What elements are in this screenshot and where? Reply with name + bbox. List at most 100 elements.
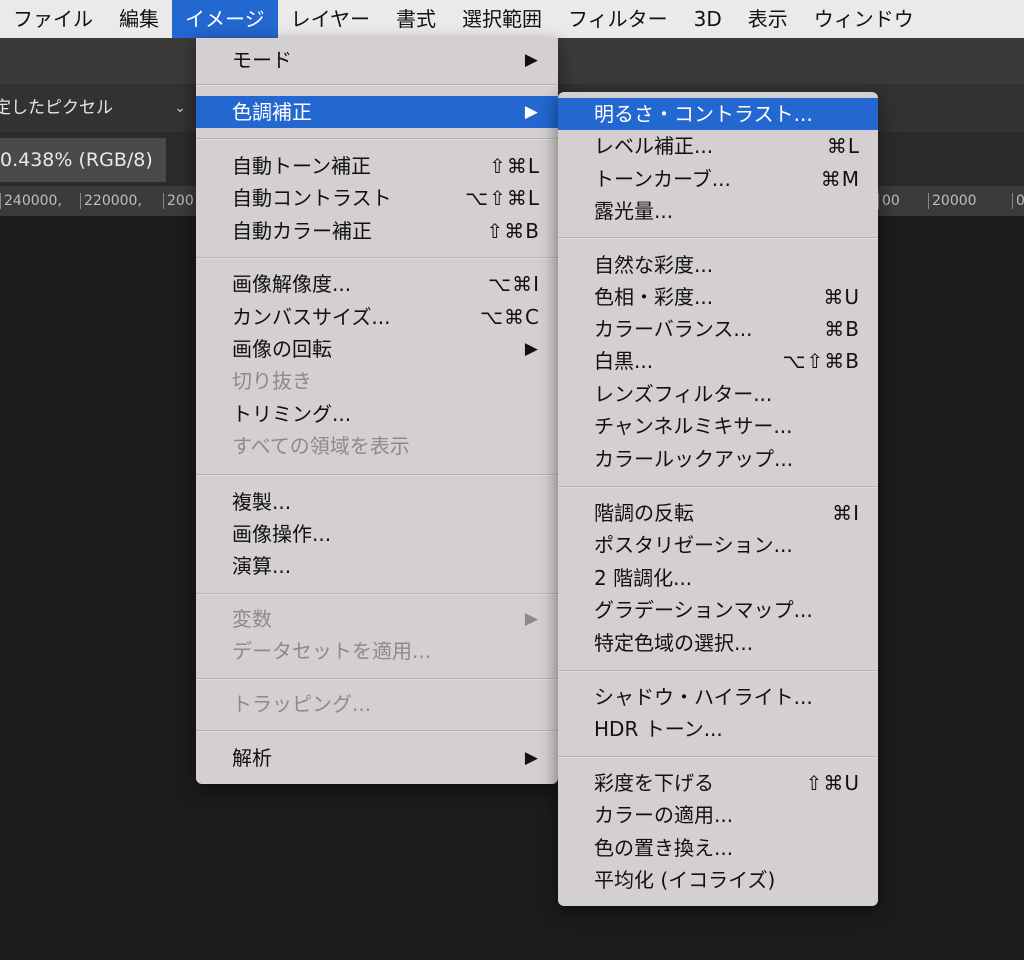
menu-item-label: モード [232,48,292,72]
menu-item-trap[interactable]: トラッピング... [196,688,558,720]
options-select-value: 定したピクセル [0,98,113,118]
menu-item-label: 切り抜き [232,369,312,393]
menu-item-label: グラデーションマップ... [594,598,813,622]
menu-separator [196,84,558,86]
options-select[interactable]: 定したピクセル ⌄ [0,92,194,124]
menu-item-label: 解析 [232,746,272,770]
submenu-item-exposure[interactable]: 露光量... [558,195,878,227]
menu-item-label: 白黒... [594,349,654,373]
submenu-item-shadows-highlights[interactable]: シャドウ・ハイライト... [558,681,878,713]
menu-item-apply-image[interactable]: 画像操作... [196,518,558,550]
menu-item-variables[interactable]: 変数 ▶ [196,603,558,635]
menu-item-label: 色調補正 [232,100,312,124]
menu-item-shortcut: ⌥⌘I [488,272,540,296]
menu-item-label: 自動カラー補正 [232,219,372,243]
menu-3d[interactable]: 3D [681,0,735,38]
menu-item-calculations[interactable]: 演算... [196,550,558,582]
menu-item-label: 平均化 (イコライズ) [594,868,776,892]
submenu-arrow-icon: ▶ [524,609,538,629]
menu-item-shortcut: ⇧⌘L [489,154,540,178]
submenu-item-equalize[interactable]: 平均化 (イコライズ) [558,864,878,896]
menu-item-label: カラールックアップ... [594,447,794,471]
menu-item-image-size[interactable]: 画像解像度... ⌥⌘I [196,268,558,300]
menu-filter[interactable]: フィルター [555,0,681,38]
submenu-item-vibrance[interactable]: 自然な彩度... [558,249,878,281]
menu-item-shortcut: ⌘L [826,134,860,158]
submenu-item-hdr-toning[interactable]: HDR トーン... [558,713,878,745]
menu-item-label: 階調の反転 [594,501,694,525]
submenu-item-brightness-contrast[interactable]: 明るさ・コントラスト... [558,98,878,130]
menu-item-label: チャンネルミキサー... [594,414,793,438]
menu-item-analysis[interactable]: 解析 ▶ [196,742,558,774]
menu-type[interactable]: 書式 [383,0,449,38]
menu-select[interactable]: 選択範囲 [449,0,555,38]
menu-item-auto-contrast[interactable]: 自動コントラスト ⌥⇧⌘L [196,182,558,214]
menu-item-label: シャドウ・ハイライト... [594,685,813,709]
menu-item-canvas-size[interactable]: カンバスサイズ... ⌥⌘C [196,301,558,333]
menu-item-label: 自動コントラスト [232,186,392,210]
ruler-label: 220000, [80,193,142,209]
menu-view[interactable]: 表示 [735,0,801,38]
menu-item-auto-color[interactable]: 自動カラー補正 ⇧⌘B [196,215,558,247]
menu-item-crop[interactable]: 切り抜き [196,365,558,397]
ruler-label: 0 [1012,193,1024,209]
submenu-item-photo-filter[interactable]: レンズフィルター... [558,378,878,410]
submenu-item-curves[interactable]: トーンカーブ... ⌘M [558,163,878,195]
menu-item-label: 特定色域の選択... [594,631,754,655]
submenu-item-gradient-map[interactable]: グラデーションマップ... [558,594,878,626]
menu-separator [558,237,878,239]
menu-item-label: トーンカーブ... [594,167,731,191]
menu-item-auto-tone[interactable]: 自動トーン補正 ⇧⌘L [196,150,558,182]
menu-separator [196,678,558,680]
menu-item-label: 画像解像度... [232,272,352,296]
submenu-item-color-lookup[interactable]: カラールックアップ... [558,443,878,475]
menu-item-mode[interactable]: モード ▶ [196,44,558,76]
menu-item-adjustments[interactable]: 色調補正 ▶ [196,96,558,128]
submenu-item-color-balance[interactable]: カラーバランス... ⌘B [558,313,878,345]
menu-window[interactable]: ウィンドウ [801,0,927,38]
menu-separator [196,257,558,259]
ruler-label: 240000, [0,193,62,209]
menu-item-label: 変数 [232,607,272,631]
menu-item-apply-data-set[interactable]: データセットを適用... [196,635,558,667]
ruler-label: 200 [163,193,194,209]
document-tab[interactable]: 0.438% (RGB/8) [0,138,166,182]
menu-separator [196,730,558,732]
menu-item-shortcut: ⌥⇧⌘L [465,186,540,210]
ruler-label: 20000 [928,193,977,209]
menu-item-label: 2 階調化... [594,566,693,590]
menu-item-label: HDR トーン... [594,717,723,741]
menu-item-trim[interactable]: トリミング... [196,398,558,430]
submenu-item-levels[interactable]: レベル補正... ⌘L [558,130,878,162]
menu-item-label: 画像の回転 [232,337,332,361]
menu-layer[interactable]: レイヤー [278,0,383,38]
menu-item-label: トラッピング... [232,692,372,716]
menu-item-label: すべての領域を表示 [232,434,410,458]
submenu-item-selective-color[interactable]: 特定色域の選択... [558,627,878,659]
menu-item-label: 自然な彩度... [594,253,714,277]
menu-item-label: データセットを適用... [232,639,432,663]
submenu-item-channel-mixer[interactable]: チャンネルミキサー... [558,410,878,442]
menu-item-reveal-all[interactable]: すべての領域を表示 [196,430,558,462]
submenu-item-match-color[interactable]: カラーの適用... [558,799,878,831]
menu-image[interactable]: イメージ [172,0,278,38]
submenu-item-replace-color[interactable]: 色の置き換え... [558,832,878,864]
menu-item-shortcut: ⇧⌘B [486,219,540,243]
submenu-item-posterize[interactable]: ポスタリゼーション... [558,529,878,561]
chevron-down-icon: ⌄ [174,100,186,116]
submenu-item-black-white[interactable]: 白黒... ⌥⇧⌘B [558,345,878,377]
menu-separator [558,486,878,488]
submenu-arrow-icon: ▶ [524,50,538,70]
submenu-item-desaturate[interactable]: 彩度を下げる ⇧⌘U [558,767,878,799]
menu-item-label: 明るさ・コントラスト... [594,102,813,126]
menu-item-label: 複製... [232,490,292,514]
submenu-item-threshold[interactable]: 2 階調化... [558,562,878,594]
menu-edit[interactable]: 編集 [106,0,172,38]
menu-item-image-rotation[interactable]: 画像の回転 ▶ [196,333,558,365]
submenu-item-invert[interactable]: 階調の反転 ⌘I [558,497,878,529]
submenu-item-hue-saturation[interactable]: 色相・彩度... ⌘U [558,281,878,313]
menu-file[interactable]: ファイル [0,0,106,38]
menu-item-shortcut: ⌥⌘C [479,305,540,329]
menu-item-duplicate[interactable]: 複製... [196,486,558,518]
menu-item-label: ポスタリゼーション... [594,533,793,557]
